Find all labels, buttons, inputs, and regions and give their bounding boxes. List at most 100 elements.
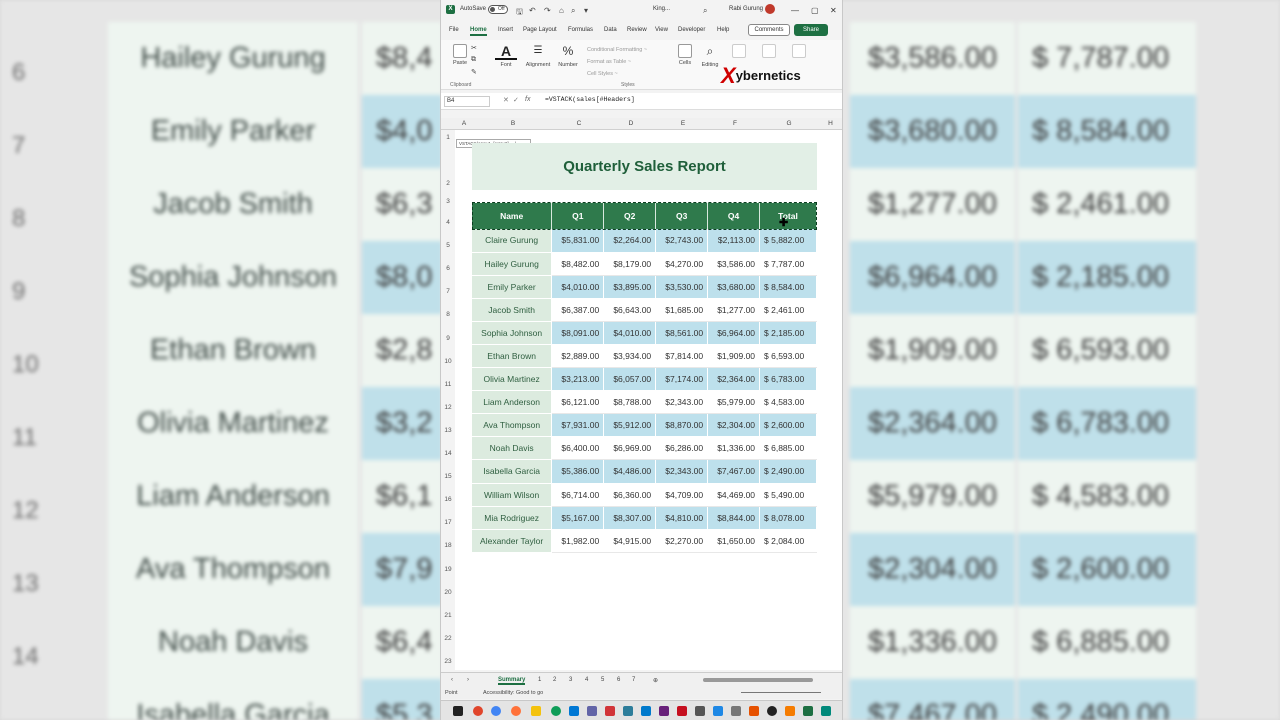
column-header[interactable]: G	[761, 120, 817, 127]
column-header[interactable]: H	[817, 120, 842, 127]
vscode-icon[interactable]	[641, 706, 651, 716]
row-header[interactable]: 6	[441, 265, 455, 272]
redo-icon[interactable]: ↷	[544, 6, 551, 15]
q1-cell[interactable]: $8,482.00	[551, 252, 605, 276]
q1-cell[interactable]: $5,386.00	[551, 459, 605, 484]
total-cell[interactable]: $ 2,490.00	[759, 459, 817, 484]
name-box[interactable]: B4	[444, 96, 490, 107]
header-q3[interactable]: Q3	[655, 203, 709, 229]
q3-cell[interactable]: $8,561.00	[655, 321, 709, 345]
visual-studio-icon[interactable]	[659, 706, 669, 716]
copy-icon[interactable]: ⧉	[471, 56, 476, 64]
q1-cell[interactable]: $5,831.00	[551, 229, 605, 253]
tab-page-layout[interactable]: Page Layout	[523, 27, 557, 33]
tab-home[interactable]: Home	[470, 27, 487, 36]
total-cell[interactable]: $ 7,787.00	[759, 252, 817, 276]
forms-button[interactable]	[791, 42, 807, 60]
q2-cell[interactable]: $8,788.00	[603, 390, 657, 415]
app-icon[interactable]	[695, 706, 705, 716]
app-icon[interactable]	[677, 706, 687, 716]
q4-cell[interactable]: $8,844.00	[707, 506, 761, 530]
sheet-next-icon[interactable]: ›	[467, 677, 469, 683]
total-cell[interactable]: $ 6,783.00	[759, 367, 817, 392]
q1-cell[interactable]: $6,387.00	[551, 298, 605, 322]
q3-cell[interactable]: $2,743.00	[655, 229, 709, 253]
total-cell[interactable]: $ 4,583.00	[759, 390, 817, 415]
q3-cell[interactable]: $4,810.00	[655, 506, 709, 530]
sheet-tab[interactable]: 1	[538, 677, 541, 683]
app-icon[interactable]	[785, 706, 795, 716]
q2-cell[interactable]: $3,934.00	[603, 344, 657, 369]
q3-cell[interactable]: $4,270.00	[655, 252, 709, 276]
column-header[interactable]: B	[473, 120, 553, 127]
total-cell[interactable]: $ 8,078.00	[759, 506, 817, 530]
q2-cell[interactable]: $6,360.00	[603, 483, 657, 507]
name-cell[interactable]: Claire Gurung	[472, 229, 553, 253]
total-cell[interactable]: $ 2,600.00	[759, 413, 817, 438]
q2-cell[interactable]: $8,179.00	[603, 252, 657, 276]
app-icon[interactable]	[821, 706, 831, 716]
excel-taskbar-icon[interactable]	[803, 706, 813, 716]
q4-cell[interactable]: $3,586.00	[707, 252, 761, 276]
app-icon[interactable]	[605, 706, 615, 716]
undo-icon[interactable]: ↶	[529, 6, 536, 15]
q2-cell[interactable]: $3,895.00	[603, 275, 657, 299]
row-header[interactable]: 9	[441, 335, 455, 342]
comments-button[interactable]: Comments	[748, 24, 790, 36]
header-q1[interactable]: Q1	[551, 203, 605, 229]
sheet-tab[interactable]: 7	[632, 677, 635, 683]
total-cell[interactable]: $ 8,584.00	[759, 275, 817, 299]
chrome-icon[interactable]	[473, 706, 483, 716]
column-header[interactable]: C	[553, 120, 605, 127]
conditional-formatting-button[interactable]: Conditional Formatting ~	[587, 44, 647, 56]
row-header[interactable]: 8	[441, 311, 455, 318]
row-header[interactable]: 16	[441, 496, 455, 503]
name-cell[interactable]: Jacob Smith	[472, 298, 553, 322]
analyze-button[interactable]	[761, 42, 777, 60]
tab-review[interactable]: Review	[627, 27, 647, 33]
tab-view[interactable]: View	[655, 27, 668, 33]
q2-cell[interactable]: $6,643.00	[603, 298, 657, 322]
app-icon[interactable]	[731, 706, 741, 716]
sheet-tab[interactable]: 2	[553, 677, 556, 683]
format-as-table-button[interactable]: Format as Table ~	[587, 56, 647, 68]
accessibility-status[interactable]: Accessibility: Good to go	[483, 690, 543, 696]
q4-cell[interactable]: $5,979.00	[707, 390, 761, 415]
q4-cell[interactable]: $2,113.00	[707, 229, 761, 253]
row-header[interactable]: 21	[441, 612, 455, 619]
q4-cell[interactable]: $1,650.00	[707, 529, 761, 553]
q2-cell[interactable]: $8,307.00	[603, 506, 657, 530]
sheet-tab[interactable]: 3	[569, 677, 572, 683]
total-cell[interactable]: $ 5,490.00	[759, 483, 817, 507]
q3-cell[interactable]: $2,343.00	[655, 390, 709, 415]
sheet-tab[interactable]: 4	[585, 677, 588, 683]
header-name[interactable]: Name	[472, 203, 553, 229]
search-qat-icon[interactable]: ⌕	[571, 6, 575, 16]
q3-cell[interactable]: $3,530.00	[655, 275, 709, 299]
row-header[interactable]: 22	[441, 635, 455, 642]
q3-cell[interactable]: $7,814.00	[655, 344, 709, 369]
name-cell[interactable]: Ethan Brown	[472, 344, 553, 369]
row-header[interactable]: 5	[441, 242, 455, 249]
share-button[interactable]: Share	[794, 24, 828, 36]
cancel-icon[interactable]: ✕	[503, 96, 509, 104]
app-icon[interactable]	[749, 706, 759, 716]
name-cell[interactable]: Isabella Garcia	[472, 459, 553, 484]
q3-cell[interactable]: $7,174.00	[655, 367, 709, 392]
total-cell[interactable]: $ 5,882.00	[759, 229, 817, 253]
teams-icon[interactable]	[587, 706, 597, 716]
column-header[interactable]: A	[455, 120, 473, 127]
tab-formulas[interactable]: Formulas	[568, 27, 593, 33]
name-cell[interactable]: Ava Thompson	[472, 413, 553, 438]
tab-help[interactable]: Help	[717, 27, 729, 33]
name-cell[interactable]: Olivia Martinez	[472, 367, 553, 392]
q4-cell[interactable]: $1,909.00	[707, 344, 761, 369]
row-header[interactable]: 13	[441, 427, 455, 434]
name-cell[interactable]: William Wilson	[472, 483, 553, 507]
q1-cell[interactable]: $6,714.00	[551, 483, 605, 507]
row-header[interactable]: 4	[441, 219, 455, 226]
q2-cell[interactable]: $5,912.00	[603, 413, 657, 438]
tab-file[interactable]: File	[449, 27, 459, 33]
q4-cell[interactable]: $4,469.00	[707, 483, 761, 507]
q4-cell[interactable]: $1,277.00	[707, 298, 761, 322]
